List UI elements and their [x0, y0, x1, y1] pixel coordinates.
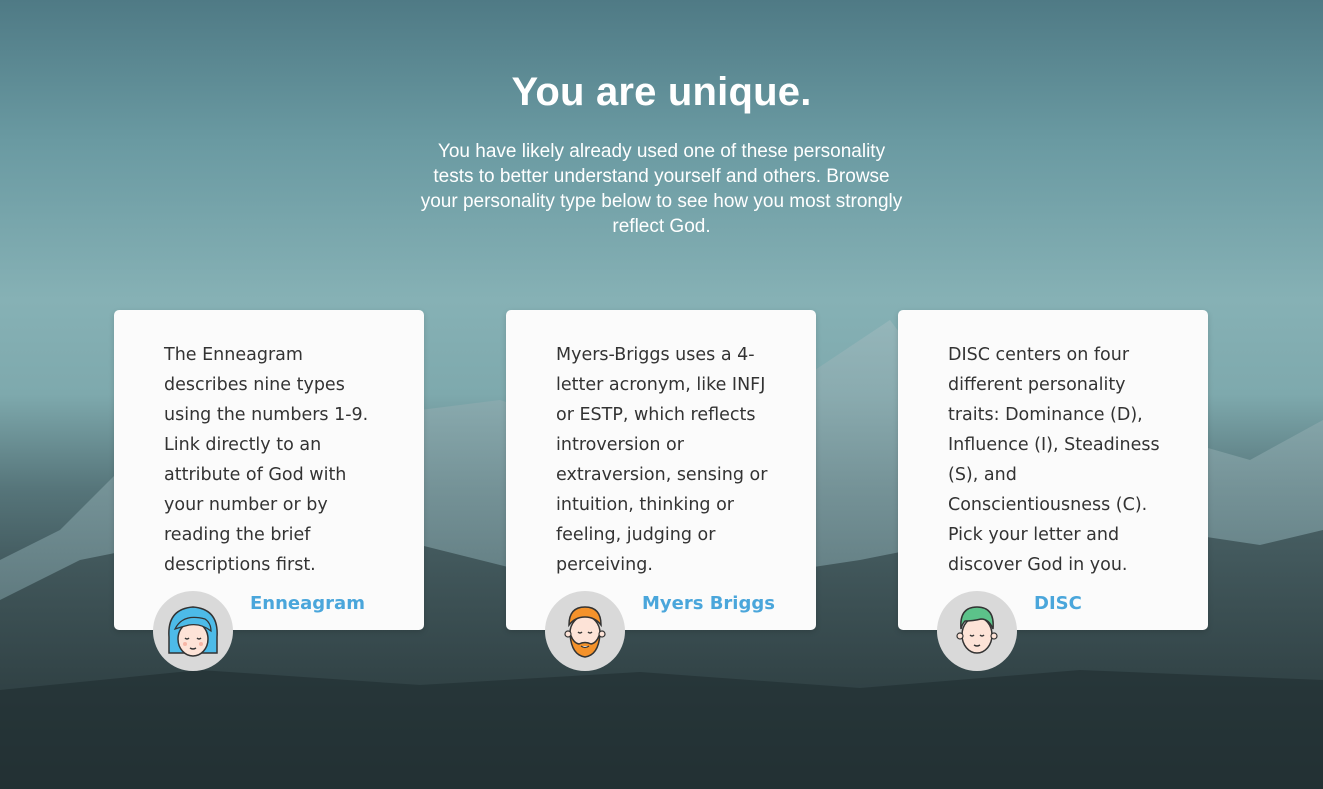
bearded-man-icon: [545, 591, 625, 671]
myers-briggs-link[interactable]: Myers Briggs: [642, 593, 775, 614]
enneagram-link[interactable]: Enneagram: [250, 593, 365, 614]
page-title: You are unique.: [511, 70, 812, 114]
woman-blue-hair-icon: [153, 591, 233, 671]
card-description: Myers-Briggs uses a 4-letter acronym, li…: [556, 345, 768, 575]
card-myers-briggs: Myers-Briggs uses a 4-letter acronym, li…: [506, 310, 816, 671]
card-enneagram: The Enneagram describes nine types using…: [114, 310, 424, 671]
disc-link[interactable]: DISC: [1034, 593, 1082, 614]
card-description: The Enneagram describes nine types using…: [164, 345, 369, 575]
hero-section: You are unique. You have likely already …: [0, 70, 1323, 239]
page-subtitle: You have likely already used one of thes…: [420, 141, 903, 237]
card-disc: DISC centers on four different personali…: [898, 310, 1208, 671]
man-green-hair-icon: [937, 591, 1017, 671]
card-description: DISC centers on four different personali…: [948, 345, 1160, 575]
